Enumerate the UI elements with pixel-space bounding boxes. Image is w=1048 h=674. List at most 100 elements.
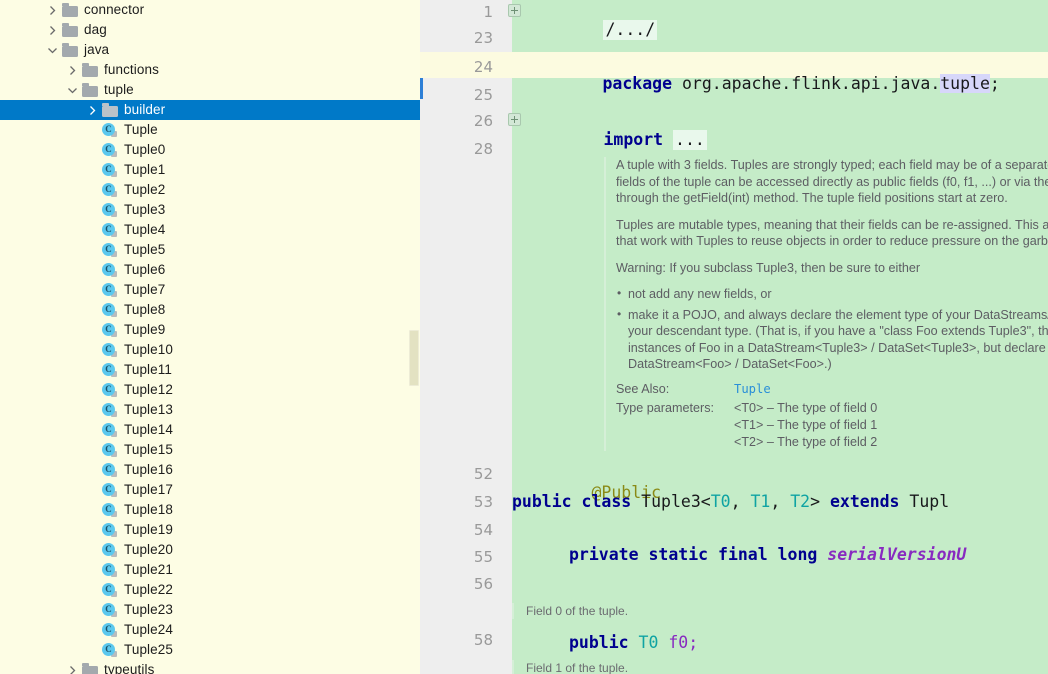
tree-item-label: Tuple25: [124, 642, 173, 657]
package-last-segment: tuple: [940, 74, 990, 93]
folded-import-placeholder[interactable]: ...: [673, 130, 707, 150]
tree-item-tuple8[interactable]: C Tuple8: [0, 300, 420, 320]
tree-item-tuple22[interactable]: C Tuple22: [0, 580, 420, 600]
java-class-icon: C: [102, 202, 118, 218]
tree-item-label: Tuple11: [124, 362, 172, 377]
tree-item-tuple13[interactable]: C Tuple13: [0, 400, 420, 420]
tree-item-tuple19[interactable]: C Tuple19: [0, 520, 420, 540]
tree-item-dag[interactable]: dag: [0, 20, 420, 40]
java-class-icon: C: [102, 482, 118, 498]
class-type-param-t1: T1: [750, 492, 771, 511]
chevron-right-icon[interactable]: [46, 4, 59, 17]
tree-item-tuple3[interactable]: C Tuple3: [0, 200, 420, 220]
java-class-icon: C: [102, 442, 118, 458]
package-keyword: package: [602, 74, 673, 93]
tree-item-tuple0[interactable]: C Tuple0: [0, 140, 420, 160]
see-also-values: Tuple: [734, 381, 771, 398]
project-tree-scrollbar-thumb[interactable]: [409, 330, 419, 386]
line-number: 25: [473, 86, 493, 104]
project-tree-panel[interactable]: connector dag java functions tuple builder C Tu…: [0, 0, 420, 674]
tree-item-typeutils[interactable]: typeutils: [0, 660, 420, 674]
rendered-javadoc-block: A tuple with 3 fields. Tuples are strong…: [604, 157, 1048, 451]
javadoc-type-parameters-row: Type parameters: <T0> – The type of fiel…: [616, 400, 1048, 451]
tree-item-tuple2[interactable]: C Tuple2: [0, 180, 420, 200]
tree-item-builder[interactable]: builder: [0, 100, 420, 120]
tree-item-tuple5[interactable]: C Tuple5: [0, 240, 420, 260]
tree-item-tuple14[interactable]: C Tuple14: [0, 420, 420, 440]
tree-item-label: Tuple2: [124, 182, 166, 197]
tree-item-tuple12[interactable]: C Tuple12: [0, 380, 420, 400]
folded-comment-placeholder[interactable]: /.../: [603, 20, 658, 40]
serial-modifiers: private static final long: [569, 545, 818, 564]
class-name-generic-open: Tuple3<: [631, 492, 711, 511]
tree-item-tuple17[interactable]: C Tuple17: [0, 480, 420, 500]
tree-item-tuple[interactable]: C Tuple: [0, 120, 420, 140]
tree-item-label: typeutils: [104, 662, 155, 674]
chevron-right-icon[interactable]: [66, 664, 79, 674]
java-class-icon: C: [102, 402, 118, 418]
tree-item-tuple11[interactable]: C Tuple11: [0, 360, 420, 380]
tree-item-tuple18[interactable]: C Tuple18: [0, 500, 420, 520]
tree-item-tuple16[interactable]: C Tuple16: [0, 460, 420, 480]
java-class-icon: C: [102, 122, 118, 138]
tree-item-tuple20[interactable]: C Tuple20: [0, 540, 420, 560]
tree-item-functions[interactable]: functions: [0, 60, 420, 80]
tree-item-connector[interactable]: connector: [0, 0, 420, 20]
tree-item-label: dag: [84, 22, 107, 37]
chevron-down-icon[interactable]: [66, 84, 79, 97]
folder-icon: [62, 43, 78, 57]
line-number: 53: [473, 493, 493, 511]
serial-version-uid-name: serialVersionU: [817, 545, 967, 564]
java-class-icon: C: [102, 382, 118, 398]
folder-icon: [102, 103, 118, 117]
tree-item-label: Tuple14: [124, 422, 173, 437]
import-space: [663, 130, 673, 149]
package-semicolon: ;: [989, 74, 1000, 93]
java-class-icon: C: [102, 362, 118, 378]
tree-item-tuple[interactable]: tuple: [0, 80, 420, 100]
see-also-link-tuple[interactable]: Tuple: [734, 382, 771, 396]
tree-item-tuple15[interactable]: C Tuple15: [0, 440, 420, 460]
fold-toggle-comment-icon[interactable]: [508, 4, 521, 17]
chevron-right-icon[interactable]: [46, 24, 59, 37]
tree-item-tuple10[interactable]: C Tuple10: [0, 340, 420, 360]
java-class-icon: C: [102, 142, 118, 158]
chevron-right-icon[interactable]: [66, 64, 79, 77]
editor-gutter[interactable]: 1 23 24 25 26 28 52 53 54 55 56 58: [420, 0, 512, 674]
tree-item-tuple9[interactable]: C Tuple9: [0, 320, 420, 340]
line-number: 58: [473, 631, 493, 649]
code-line-class-declaration[interactable]: public class Tuple3<T0, T1, T2> extends …: [512, 492, 949, 512]
tree-item-tuple23[interactable]: C Tuple23: [0, 600, 420, 620]
java-class-icon: C: [102, 502, 118, 518]
tree-item-label: Tuple17: [124, 482, 173, 497]
tree-item-label: Tuple10: [124, 342, 173, 357]
chevron-right-icon[interactable]: [86, 104, 99, 117]
code-line-field-f0[interactable]: public T0 f0;: [569, 633, 698, 653]
tree-item-label: Tuple0: [124, 142, 166, 157]
project-tree-list[interactable]: connector dag java functions tuple builder C Tu…: [0, 0, 420, 674]
chevron-down-icon[interactable]: [46, 44, 59, 57]
folder-icon: [82, 83, 98, 97]
java-class-icon: C: [102, 622, 118, 638]
tree-item-tuple1[interactable]: C Tuple1: [0, 160, 420, 180]
tree-item-tuple25[interactable]: C Tuple25: [0, 640, 420, 660]
fold-toggle-import-icon[interactable]: [508, 113, 521, 126]
type-parameter-t0: <T0> – The type of field 0: [734, 400, 878, 415]
tree-item-tuple4[interactable]: C Tuple4: [0, 220, 420, 240]
code-editor[interactable]: 1 23 24 25 26 28 52 53 54 55 56 58 /.../ package or…: [420, 0, 1048, 674]
tree-item-label: Tuple15: [124, 442, 173, 457]
class-keyword: class: [581, 492, 632, 511]
tree-item-label: Tuple13: [124, 402, 173, 417]
code-line-serial-version-uid[interactable]: private static final long serialVersionU: [569, 545, 966, 565]
line-number: 1: [483, 3, 493, 21]
code-line-folded-comment[interactable]: /.../: [524, 0, 658, 60]
tree-item-tuple24[interactable]: C Tuple24: [0, 620, 420, 640]
tree-item-tuple7[interactable]: C Tuple7: [0, 280, 420, 300]
tree-item-tuple21[interactable]: C Tuple21: [0, 560, 420, 580]
type-parameter-t2: <T2> – The type of field 2: [734, 434, 878, 449]
folder-icon: [82, 63, 98, 77]
tree-item-java[interactable]: java: [0, 40, 420, 60]
code-content[interactable]: /.../ package org.apache.flink.api.java.…: [508, 0, 1048, 674]
tree-item-tuple6[interactable]: C Tuple6: [0, 260, 420, 280]
code-line-package[interactable]: package org.apache.flink.api.java.tuple;: [523, 54, 1000, 114]
